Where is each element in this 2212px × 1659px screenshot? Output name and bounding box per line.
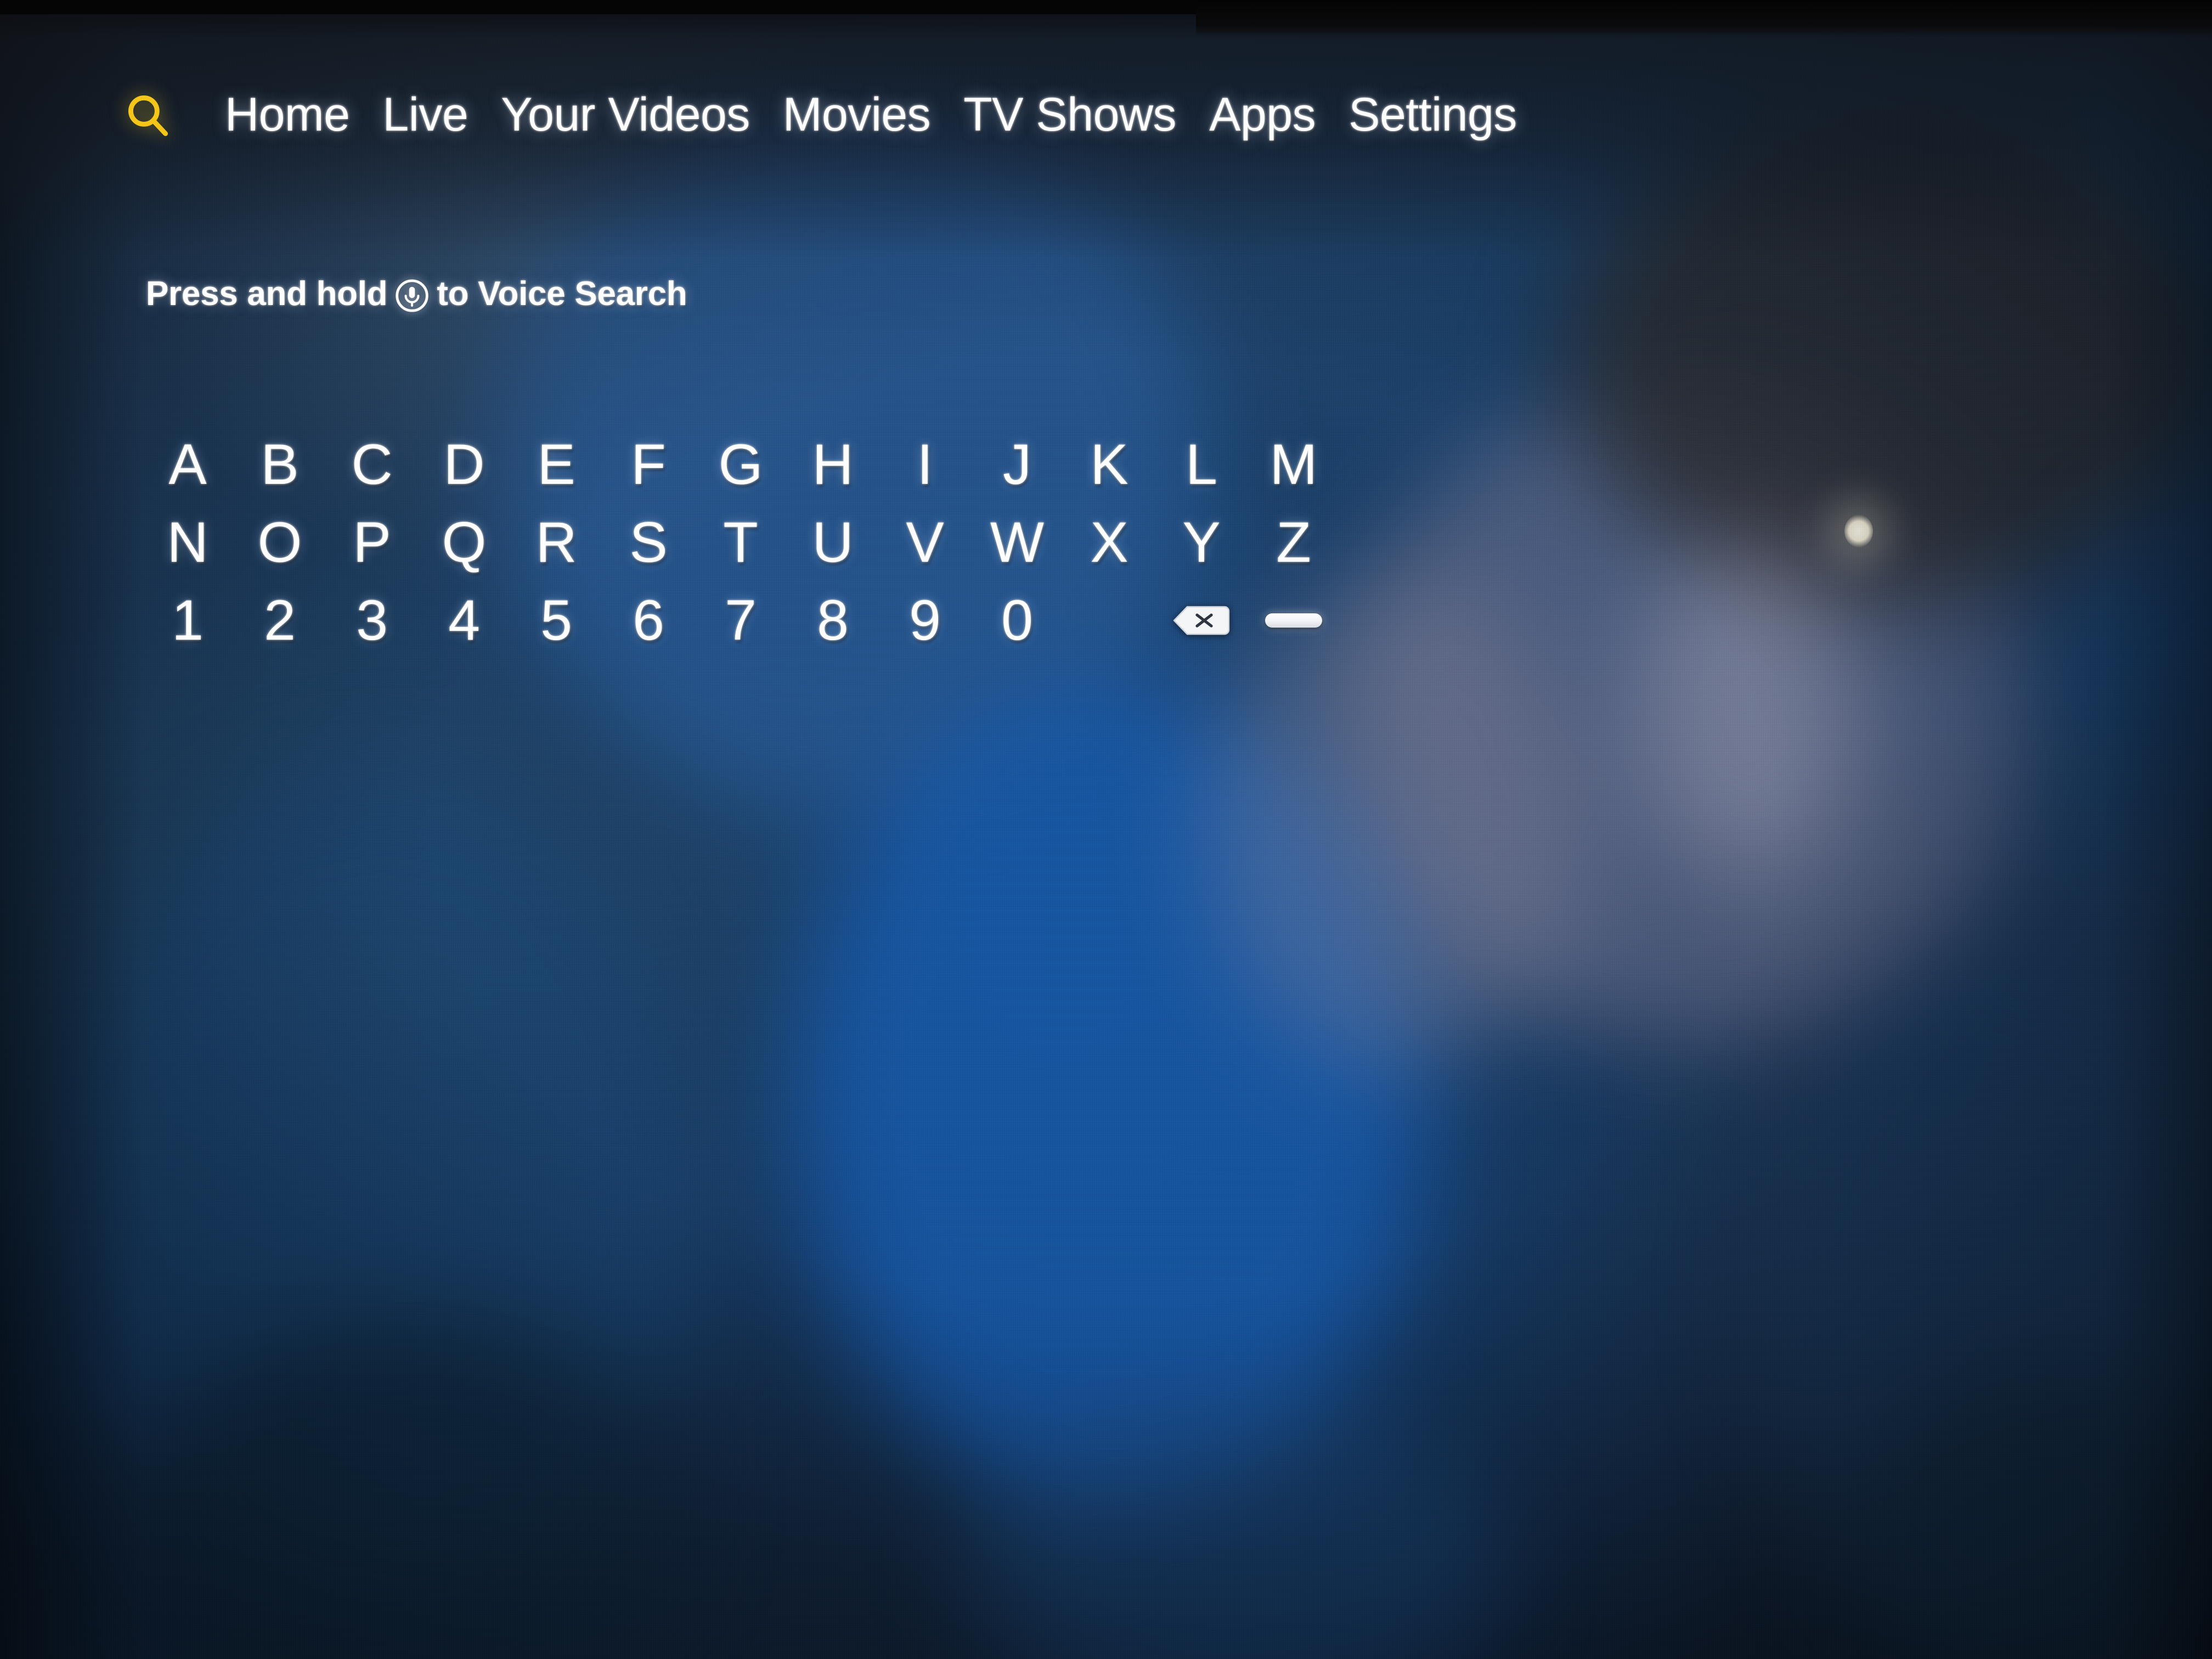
on-screen-keyboard: A B C D E F G H I J K L M N O P Q R S T … bbox=[142, 426, 1340, 659]
key-t[interactable]: T bbox=[695, 514, 787, 571]
key-k[interactable]: K bbox=[1063, 436, 1155, 493]
key-g[interactable]: G bbox=[695, 436, 787, 493]
key-z[interactable]: Z bbox=[1248, 514, 1340, 571]
key-c[interactable]: C bbox=[326, 436, 418, 493]
nav-item-live[interactable]: Live bbox=[366, 88, 484, 142]
nav-item-movies[interactable]: Movies bbox=[766, 88, 947, 142]
nav-item-apps[interactable]: Apps bbox=[1193, 88, 1332, 142]
nav-item-settings[interactable]: Settings bbox=[1332, 88, 1533, 142]
key-p[interactable]: P bbox=[326, 514, 418, 571]
nav-item-your-videos[interactable]: Your Videos bbox=[484, 88, 766, 142]
key-d[interactable]: D bbox=[418, 436, 510, 493]
key-9[interactable]: 9 bbox=[879, 592, 971, 649]
nav-item-home[interactable]: Home bbox=[208, 88, 366, 142]
key-h[interactable]: H bbox=[787, 436, 879, 493]
voice-hint-suffix: to Voice Search bbox=[437, 275, 687, 313]
main-navigation-bar: Home Live Your Videos Movies TV Shows Ap… bbox=[123, 82, 1533, 147]
voice-search-hint: Press and hold to Voice Search bbox=[146, 274, 687, 313]
key-s[interactable]: S bbox=[602, 514, 695, 571]
key-u[interactable]: U bbox=[787, 514, 879, 571]
keyboard-row: N O P Q R S T U V W X Y Z bbox=[142, 504, 1340, 582]
key-f[interactable]: F bbox=[602, 436, 695, 493]
keyboard-row: 1 2 3 4 5 6 7 8 9 0 bbox=[142, 582, 1340, 659]
key-v[interactable]: V bbox=[879, 514, 971, 571]
key-b[interactable]: B bbox=[234, 436, 326, 493]
voice-hint-prefix: Press and hold bbox=[146, 275, 388, 313]
key-4[interactable]: 4 bbox=[418, 592, 510, 649]
search-icon[interactable] bbox=[123, 86, 188, 147]
key-x[interactable]: X bbox=[1063, 514, 1155, 571]
key-backspace[interactable] bbox=[1155, 603, 1248, 637]
key-y[interactable]: Y bbox=[1155, 514, 1248, 571]
key-r[interactable]: R bbox=[510, 514, 602, 571]
key-a[interactable]: A bbox=[142, 436, 234, 493]
key-e[interactable]: E bbox=[510, 436, 602, 493]
key-i[interactable]: I bbox=[879, 436, 971, 493]
key-1[interactable]: 1 bbox=[142, 592, 234, 649]
space-bar-icon bbox=[1265, 613, 1322, 628]
key-8[interactable]: 8 bbox=[787, 592, 879, 649]
key-l[interactable]: L bbox=[1155, 436, 1248, 493]
key-m[interactable]: M bbox=[1248, 436, 1340, 493]
key-j[interactable]: J bbox=[971, 436, 1063, 493]
keyboard-row: A B C D E F G H I J K L M bbox=[142, 426, 1340, 504]
key-3[interactable]: 3 bbox=[326, 592, 418, 649]
key-space[interactable] bbox=[1248, 613, 1340, 628]
key-o[interactable]: O bbox=[234, 514, 326, 571]
backspace-icon bbox=[1173, 606, 1230, 635]
key-5[interactable]: 5 bbox=[510, 592, 602, 649]
key-7[interactable]: 7 bbox=[695, 592, 787, 649]
key-0[interactable]: 0 bbox=[971, 592, 1063, 649]
key-6[interactable]: 6 bbox=[602, 592, 695, 649]
key-q[interactable]: Q bbox=[418, 514, 510, 571]
tv-screen: Home Live Your Videos Movies TV Shows Ap… bbox=[0, 0, 2212, 1659]
key-n[interactable]: N bbox=[142, 514, 234, 571]
nav-item-tv-shows[interactable]: TV Shows bbox=[947, 88, 1193, 142]
microphone-icon bbox=[395, 279, 429, 313]
key-w[interactable]: W bbox=[971, 514, 1063, 571]
key-2[interactable]: 2 bbox=[234, 592, 326, 649]
